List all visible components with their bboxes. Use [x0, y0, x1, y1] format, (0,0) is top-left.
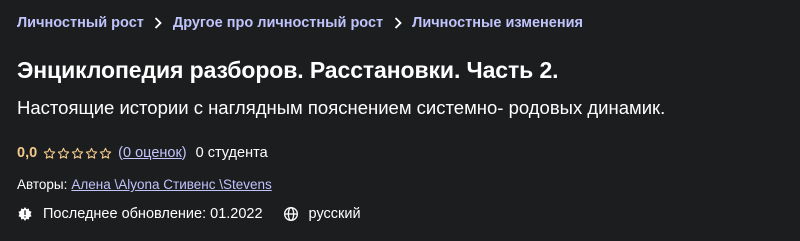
authors-label: Авторы:: [17, 177, 68, 192]
authors-row: Авторы: Алена \Alyona Стивенс \Stevens: [17, 177, 272, 192]
breadcrumb: Личностный рост Другое про личностный ро…: [17, 13, 583, 33]
chevron-right-icon: [383, 13, 412, 33]
last-updated-text: Последнее обновление: 01.2022: [43, 206, 263, 222]
course-title: Энциклопедия разборов. Расстановки. Част…: [17, 57, 559, 83]
star-outline-icon: [43, 147, 56, 159]
star-outline-icon: [99, 147, 112, 159]
meta-row: Последнее обновление: 01.2022 русский: [17, 206, 361, 222]
star-rating: [43, 147, 112, 160]
rating-value: 0,0: [17, 145, 38, 161]
author-link[interactable]: Алена \Alyona Стивенс \Stevens: [71, 177, 271, 192]
star-outline-icon: [71, 147, 84, 159]
chevron-right-icon: [144, 13, 173, 33]
course-language-text: русский: [308, 206, 361, 222]
globe-icon: [283, 207, 298, 221]
breadcrumb-personal-changes[interactable]: Личностные изменения: [412, 15, 583, 31]
last-updated: Последнее обновление: 01.2022: [17, 206, 263, 222]
breadcrumb-personal-growth[interactable]: Личностный рост: [17, 15, 144, 31]
student-count: 0 студента: [195, 145, 268, 161]
rating-row: 0,0 (0 оценок) 0 студента: [17, 145, 268, 161]
star-outline-icon: [85, 147, 98, 159]
breadcrumb-other-personal-growth[interactable]: Другое про личностный рост: [173, 15, 383, 31]
course-language: русский: [283, 206, 361, 222]
rating-close-paren: ): [181, 145, 187, 161]
update-alert-icon: [18, 207, 32, 221]
star-outline-icon: [57, 147, 70, 159]
rating-count-link[interactable]: 0 оценок: [123, 145, 182, 161]
course-subtitle: Настоящие истории с наглядным пояснением…: [17, 97, 666, 118]
